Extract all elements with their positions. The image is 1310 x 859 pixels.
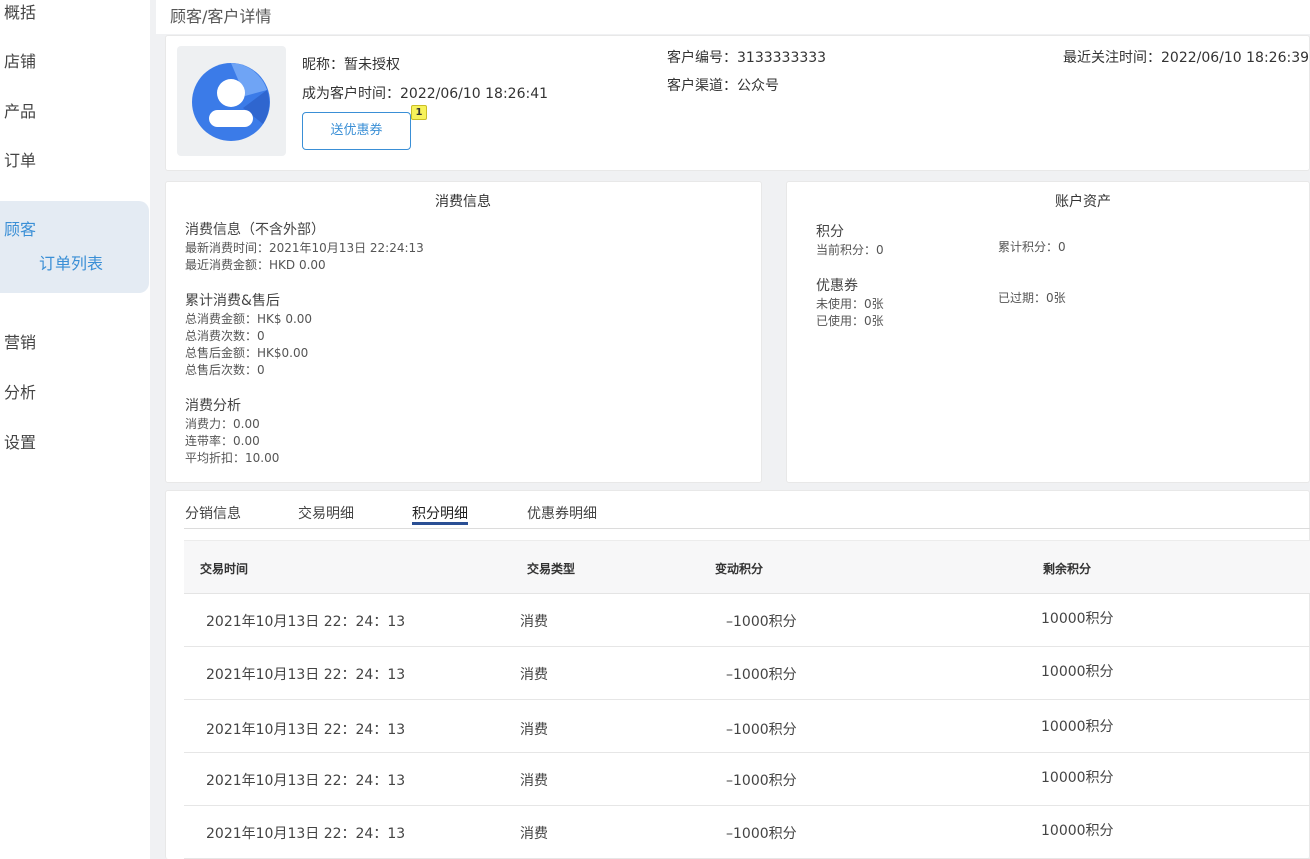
analysis-group-title: 消费分析 [185,398,241,414]
cell-change: –1000积分 [726,773,797,789]
tab-divider [184,528,1310,529]
column-header-change: 变动积分 [715,562,764,576]
nickname: 昵称：暂未授权 [302,57,400,73]
cell-change: –1000积分 [726,722,797,738]
cell-time: 2021年10月13日 22：24：13 [206,826,406,842]
send-coupon-button[interactable]: 送优惠券 [302,112,411,150]
consumption-title: 消费信息 [435,194,491,210]
sidebar-item-order[interactable]: 订单 [4,150,36,172]
avatar [177,46,286,156]
sidebar-item-settings[interactable]: 设置 [4,432,36,454]
latest-consume-time: 最新消费时间：2021年10月13日 22:24:13 [185,241,424,255]
cell-balance: 10000积分 [1041,664,1114,680]
cell-change: –1000积分 [726,614,797,630]
became-customer-time: 成为客户时间：2022/06/10 18:26:41 [302,86,549,102]
cell-type: 消费 [520,722,548,738]
coupon-expired: 已过期：0张 [998,291,1066,305]
coupon-used: 已使用：0张 [816,314,884,328]
cell-balance: 10000积分 [1041,770,1114,786]
cell-change: –1000积分 [726,826,797,842]
sidebar-item-product[interactable]: 产品 [4,101,36,123]
assets-card [786,181,1310,483]
cell-change: –1000积分 [726,667,797,683]
points-title: 积分 [816,224,844,240]
coupon-badge: 1 [411,105,427,120]
cell-type: 消费 [520,826,548,842]
total-points: 累计积分：0 [998,240,1066,254]
sidebar-divider [150,0,156,859]
tab-transactions[interactable]: 交易明细 [298,503,354,523]
cell-time: 2021年10月13日 22：24：13 [206,773,406,789]
cell-time: 2021年10月13日 22：24：13 [206,614,406,630]
coupon-title: 优惠券 [816,278,858,294]
consume-power: 消费力：0.00 [185,417,260,431]
last-follow-time: 最近关注时间：2022/06/10 18:26:39 [1063,50,1310,66]
cell-time: 2021年10月13日 22：24：13 [206,722,406,738]
cumulative-group-title: 累计消费&售后 [185,293,280,309]
cell-balance: 10000积分 [1041,611,1114,627]
cell-type: 消费 [520,614,548,630]
cell-time: 2021年10月13日 22：24：13 [206,667,406,683]
sidebar-item-analysis[interactable]: 分析 [4,382,36,404]
cell-balance: 10000积分 [1041,719,1114,735]
column-header-time: 交易时间 [200,562,249,576]
average-discount: 平均折扣：10.00 [185,451,280,465]
coupon-unused: 未使用：0张 [816,297,884,311]
tab-distribution[interactable]: 分销信息 [185,503,241,523]
total-refund-count: 总售后次数：0 [185,363,265,377]
sidebar-item-overview[interactable]: 概括 [4,2,36,24]
sidebar-item-customer[interactable]: 顾客 [4,219,36,241]
current-points: 当前积分：0 [816,243,884,257]
header-bar [156,0,1310,34]
sidebar-item-marketing[interactable]: 营销 [4,332,36,354]
customer-channel: 客户渠道：公众号 [667,78,779,94]
sidebar-active-bg [0,201,149,293]
assets-title: 账户资产 [1055,194,1111,210]
page-title: 顾客/客户详情 [170,7,272,26]
joint-rate: 连带率：0.00 [185,434,260,448]
customer-id: 客户编号：3133333333 [667,50,827,66]
active-tab-indicator [412,522,468,525]
cell-type: 消费 [520,773,548,789]
latest-consume-amount: 最近消费金额：HKD 0.00 [185,258,326,272]
total-refund-amount: 总售后金额：HK$0.00 [185,346,309,360]
column-header-balance: 剩余积分 [1043,562,1092,576]
sidebar-subitem-order-list[interactable]: 订单列表 [39,253,103,275]
total-consume-count: 总消费次数：0 [185,329,265,343]
user-avatar-icon [192,63,270,141]
cell-type: 消费 [520,667,548,683]
sidebar: 概括 店铺 产品 订单 顾客 订单列表 营销 分析 设置 [0,0,150,859]
total-consume-amount: 总消费金额：HK$ 0.00 [185,312,313,326]
tab-coupons[interactable]: 优惠券明细 [527,503,597,523]
sidebar-item-store[interactable]: 店铺 [4,51,36,73]
tab-points[interactable]: 积分明细 [412,503,468,523]
column-header-type: 交易类型 [527,562,576,576]
cell-balance: 10000积分 [1041,823,1114,839]
consumption-group-title: 消费信息（不含外部） [185,222,325,238]
